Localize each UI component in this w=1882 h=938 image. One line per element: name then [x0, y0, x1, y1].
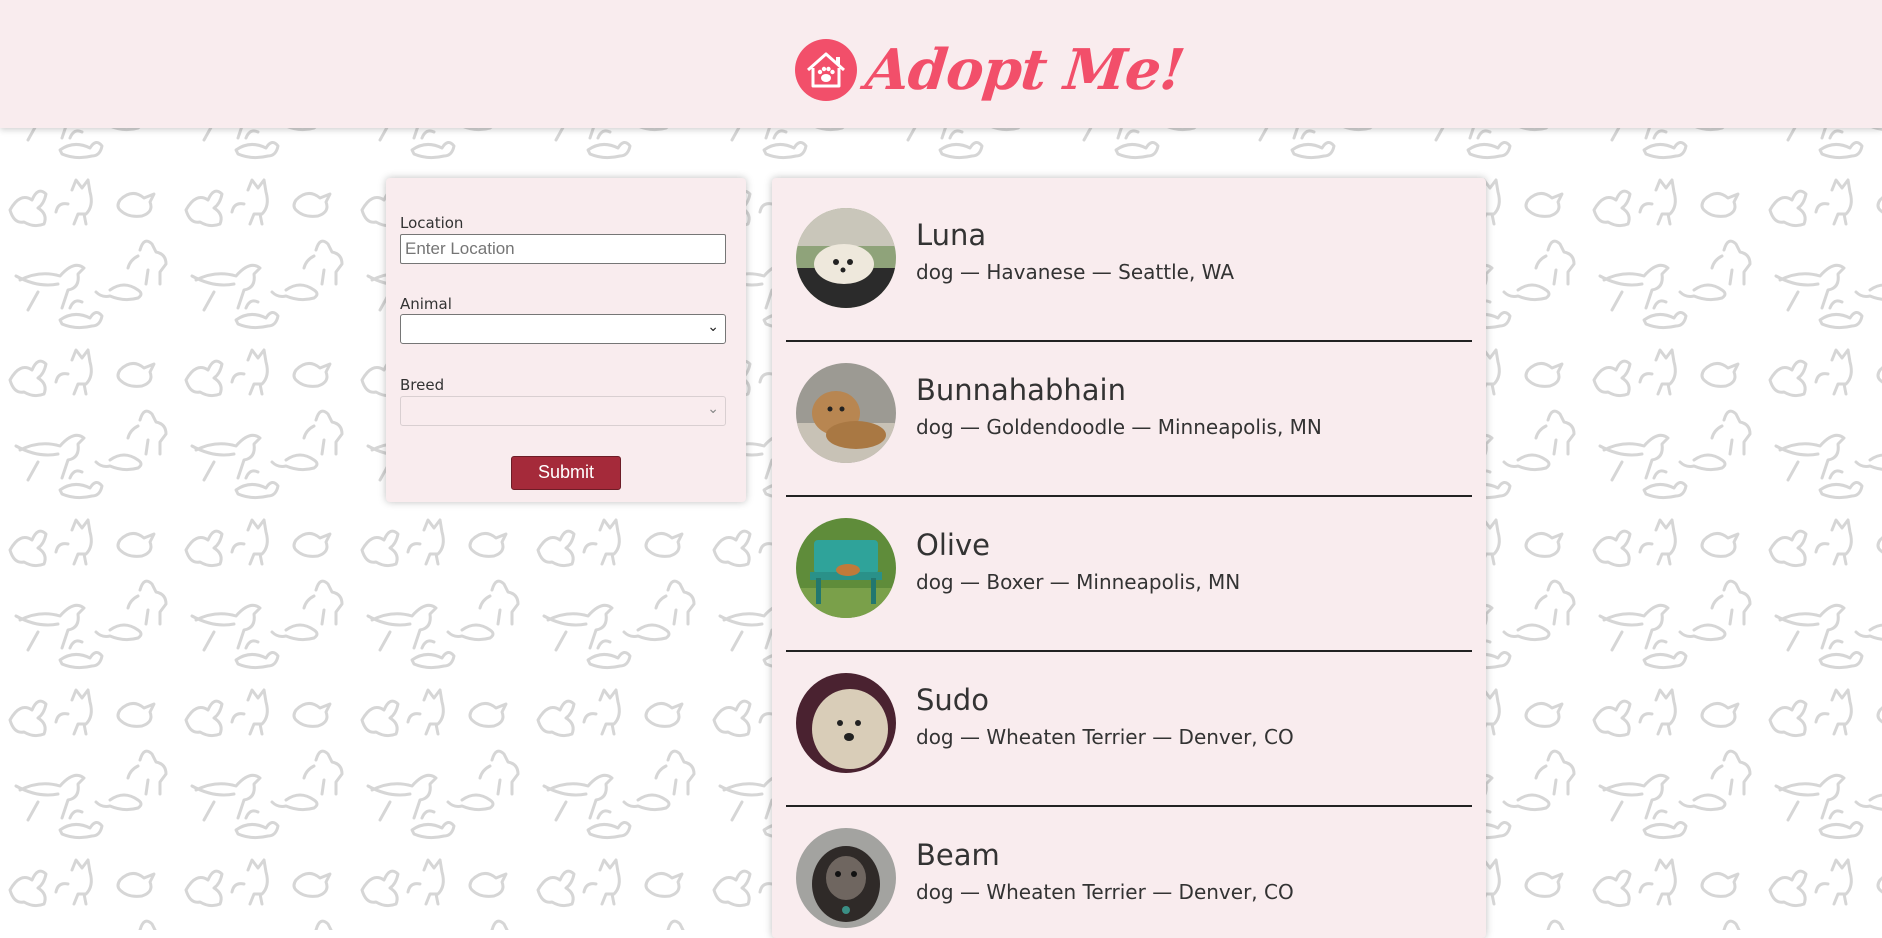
pet-name: Beam [916, 838, 1000, 872]
pet-info: dog — Goldendoodle — Minneapolis, MN [916, 415, 1322, 439]
breed-label: Breed [400, 376, 445, 394]
pet-info: dog — Wheaten Terrier — Denver, CO [916, 725, 1294, 749]
pet-card-olive[interactable]: Olive dog — Boxer — Minneapolis, MN [786, 498, 1472, 652]
breed-select[interactable]: ⌄ [400, 396, 726, 426]
pet-card-beam[interactable]: Beam dog — Wheaten Terrier — Denver, CO [786, 808, 1472, 938]
chevron-down-icon: ⌄ [707, 319, 719, 335]
home-logo-link[interactable]: Adopt Me! [794, 28, 1188, 112]
pet-results-list: Luna dog — Havanese — Seattle, WA Bunnah… [772, 178, 1486, 938]
pet-card-sudo[interactable]: Sudo dog — Wheaten Terrier — Denver, CO [786, 653, 1472, 807]
pet-info: dog — Havanese — Seattle, WA [916, 260, 1235, 284]
location-input[interactable] [400, 234, 726, 264]
submit-button[interactable]: Submit [511, 456, 621, 490]
site-header: Adopt Me! [0, 0, 1882, 128]
pet-info: dog — Boxer — Minneapolis, MN [916, 570, 1241, 594]
pet-card-luna[interactable]: Luna dog — Havanese — Seattle, WA [786, 188, 1472, 342]
pet-photo [796, 363, 896, 463]
animal-select[interactable]: ⌄ [400, 314, 726, 344]
pet-card-bunnahabhain[interactable]: Bunnahabhain dog — Goldendoodle — Minnea… [786, 343, 1472, 497]
pet-photo [796, 208, 896, 308]
pet-photo [796, 673, 896, 773]
animal-label: Animal [400, 295, 452, 313]
location-label: Location [400, 214, 464, 232]
pet-name: Olive [916, 528, 990, 562]
chevron-down-icon: ⌄ [707, 401, 719, 417]
pet-name: Luna [916, 218, 987, 252]
pet-info: dog — Wheaten Terrier — Denver, CO [916, 880, 1294, 904]
pet-name: Sudo [916, 683, 989, 717]
search-form: Location Animal ⌄ Breed ⌄ Submit [386, 178, 746, 502]
pet-photo [796, 828, 896, 928]
house-paw-icon [795, 39, 857, 101]
pet-photo [796, 518, 896, 618]
logo-text: Adopt Me! [862, 37, 1188, 103]
pet-name: Bunnahabhain [916, 373, 1126, 407]
